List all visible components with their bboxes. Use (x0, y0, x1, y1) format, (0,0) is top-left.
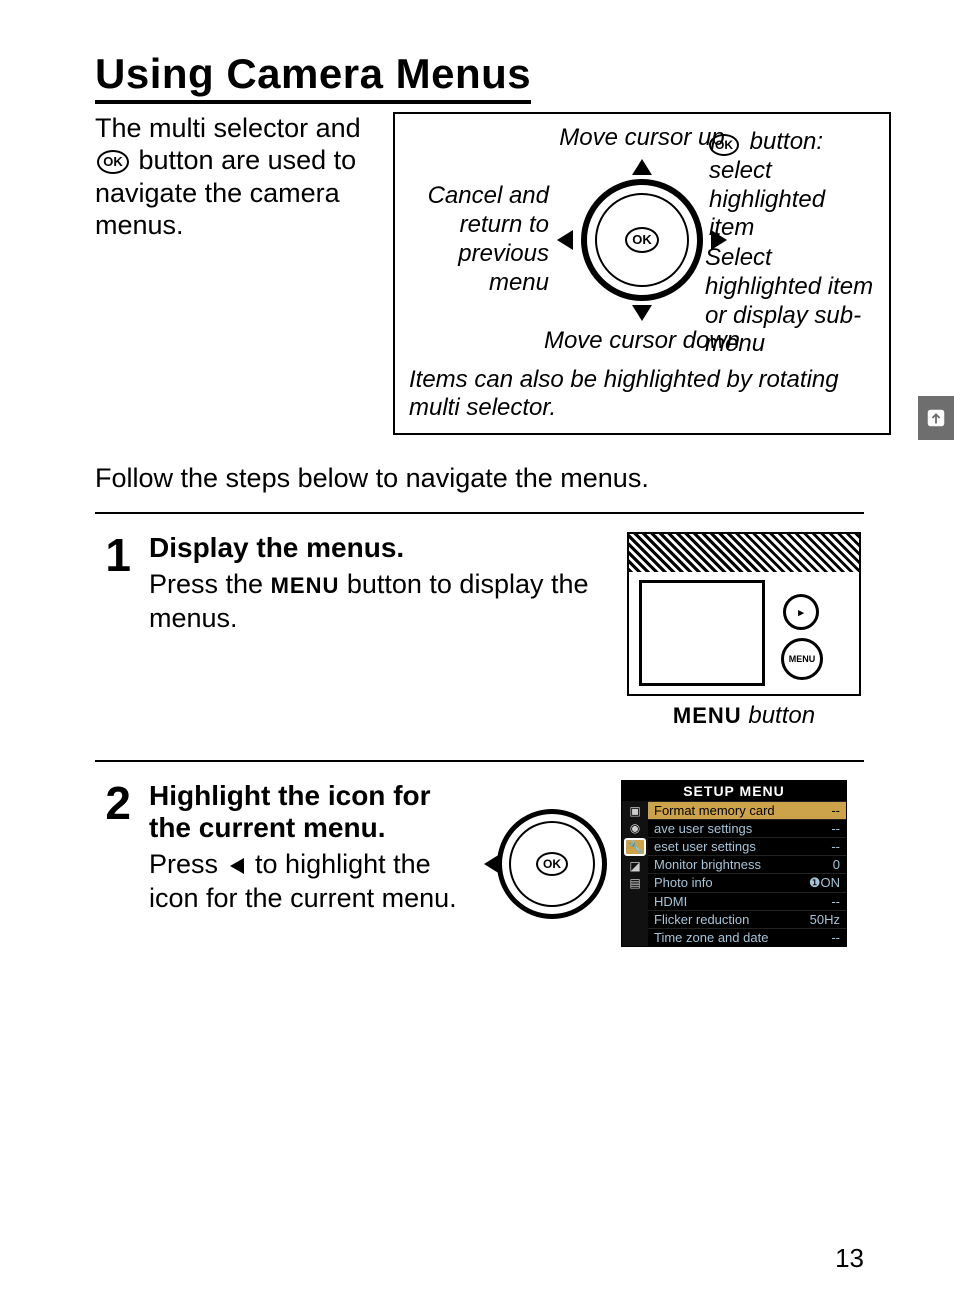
playback-tab-icon: ▣ (629, 804, 640, 818)
follow-text: Follow the steps below to navigate the m… (95, 463, 864, 494)
setup-row-label: Format memory card (654, 803, 775, 818)
setup-row-label: ave user settings (654, 821, 752, 836)
setup-menu-row: ave user settings -- (648, 819, 846, 837)
step-1-illustration: ▸ MENU MENU button (624, 532, 864, 730)
setup-menu-row: eset user settings -- (648, 837, 846, 855)
setup-menu-icon-strip: ▣ ◉ 🔧 ◪ ▤ (622, 801, 648, 946)
playback-icon: ▸ (783, 594, 819, 630)
setup-menu-row: Format memory card -- (648, 801, 846, 819)
setup-row-value: 0 (833, 857, 840, 872)
step-title: Highlight the icon for the current menu. (149, 780, 479, 844)
setup-row-value: -- (831, 803, 840, 818)
ok-button-label: OK button: select highlighted item (709, 128, 869, 243)
multi-selector-dial: OK (497, 809, 607, 919)
intro-after: button are used to navigate the camera m… (95, 145, 356, 240)
step-title: Display the menus. (149, 532, 606, 564)
setup-row-value: -- (831, 839, 840, 854)
ok-icon: OK (97, 150, 129, 174)
setup-row-value: -- (831, 930, 840, 945)
retouch-tab-icon: ◪ (629, 859, 640, 873)
setup-row-value: -- (831, 821, 840, 836)
step-2-illustration: OK SETUP MENU ▣ ◉ 🔧 ◪ ▤ Format memory ca… (497, 780, 847, 947)
setup-row-label: Photo info (654, 875, 713, 891)
setup-menu-title: SETUP MENU (622, 781, 846, 801)
setup-row-label: HDMI (654, 894, 687, 909)
setup-row-label: Flicker reduction (654, 912, 749, 927)
ok-icon: OK (536, 852, 568, 876)
setup-row-label: eset user settings (654, 839, 756, 854)
setup-menu-row: Flicker reduction 50Hz (648, 910, 846, 928)
divider (95, 512, 864, 514)
diagram-caption: Items can also be highlighted by rotatin… (409, 366, 875, 424)
shooting-tab-icon: ◉ (630, 821, 640, 835)
menu-button-caption: MENU button (673, 702, 815, 730)
menu-button-icon: MENU (781, 638, 823, 680)
step-number: 1 (95, 532, 131, 730)
arrow-up-icon (632, 159, 652, 175)
intro-paragraph: The multi selector and OK button are use… (95, 112, 365, 242)
setup-row-value: ❶ON (809, 875, 840, 891)
step-2: 2 Highlight the icon for the current men… (95, 780, 864, 947)
intro-before: The multi selector and (95, 113, 361, 143)
page-title: Using Camera Menus (95, 50, 531, 104)
setup-row-label: Time zone and date (654, 930, 768, 945)
setup-row-value: -- (831, 894, 840, 909)
step-text: Press to highlight the icon for the curr… (149, 848, 479, 916)
section-tab-icon (918, 396, 954, 440)
step-text: Press the MENU button to display the men… (149, 568, 606, 636)
setup-row-label: Monitor brightness (654, 857, 761, 872)
step-number: 2 (95, 780, 131, 947)
setup-menu-row: HDMI -- (648, 892, 846, 910)
step-1: 1 Display the menus. Press the MENU butt… (95, 532, 864, 730)
selector-diagram: OK button: select highlighted item Selec… (393, 112, 891, 435)
ok-icon: OK (709, 134, 739, 156)
setup-menu-row: Time zone and date -- (648, 928, 846, 946)
left-label: Cancel and return to previous menu (409, 182, 549, 297)
setup-tab-icon: 🔧 (624, 838, 647, 856)
arrow-left-icon (557, 230, 573, 250)
setup-menu-row: Photo info ❶ON (648, 873, 846, 892)
divider (95, 760, 864, 762)
setup-menu-screenshot: SETUP MENU ▣ ◉ 🔧 ◪ ▤ Format memory card -… (621, 780, 847, 947)
camera-drawing: ▸ MENU (627, 532, 861, 696)
ok-icon: OK (625, 227, 659, 253)
menu-word: MENU (271, 573, 340, 598)
recent-tab-icon: ▤ (629, 876, 640, 890)
arrow-left-icon (484, 854, 500, 874)
setup-menu-row: Monitor brightness 0 (648, 855, 846, 873)
multi-selector-dial: OK (581, 179, 703, 301)
setup-row-value: 50Hz (810, 912, 840, 927)
page-number: 13 (835, 1243, 864, 1274)
arrow-down-icon (632, 305, 652, 321)
right-label: Select highlighted item or display sub-m… (705, 244, 875, 359)
arrow-left-icon (230, 858, 244, 874)
